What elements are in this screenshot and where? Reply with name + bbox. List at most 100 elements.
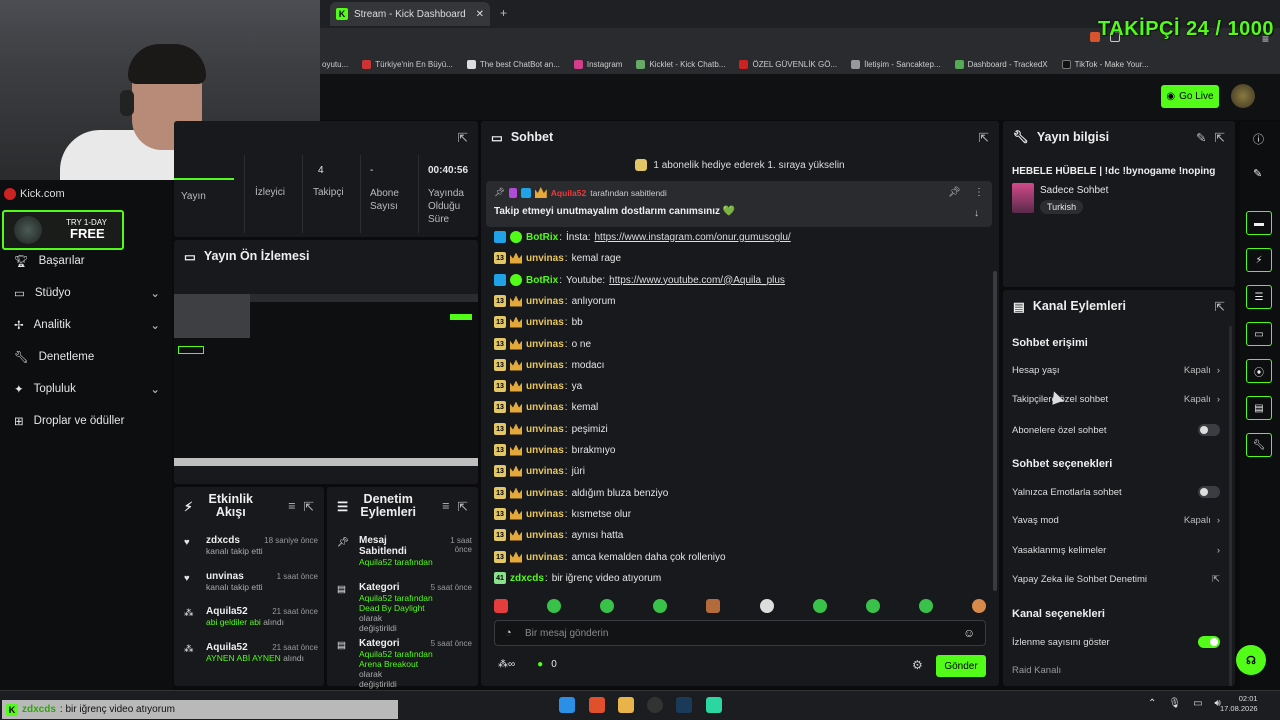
chat-username[interactable]: BotRix [526, 275, 558, 286]
chat-input[interactable]: ◔ Bir mesaj gönderin ☺ [494, 620, 986, 646]
help-support-icon[interactable]: ☊ [1236, 645, 1266, 675]
emote-icon[interactable] [865, 599, 880, 613]
popout-icon[interactable]: ⇱ [458, 499, 468, 514]
network-icon[interactable]: ▭ [1193, 698, 1202, 709]
chat-username[interactable]: unvinas [526, 381, 564, 392]
send-button[interactable]: Gönder [936, 655, 986, 677]
points-icon[interactable]: ⁂∞ [498, 659, 515, 670]
steam-icon[interactable] [676, 697, 692, 713]
go-live-button[interactable]: ◉ Go Live [1161, 85, 1219, 108]
bookmark-item[interactable]: ÖZEL GÜVENLİK GÖ... [739, 59, 837, 69]
raid-channel-setting[interactable]: Raid Kanalı [1012, 665, 1220, 676]
chat-username[interactable]: BotRix [526, 232, 558, 243]
chevron-up-icon[interactable]: ⌃ [1148, 698, 1156, 709]
broadcast-rail-icon[interactable]: ⦿ [1246, 359, 1272, 383]
chat-username[interactable]: unvinas [526, 445, 564, 456]
user-avatar[interactable] [1231, 84, 1255, 108]
chat-link[interactable]: https://www.instagram.com/onur.gumusoglu… [594, 232, 790, 243]
bookmark-item[interactable]: TikTok - Make Your... [1061, 59, 1149, 69]
chat-username[interactable]: unvinas [526, 296, 564, 307]
emote-icon[interactable] [494, 599, 508, 613]
brave-browser-icon[interactable] [589, 697, 605, 713]
slow-mode-setting[interactable]: Yavaş mod Kapalı › [1012, 515, 1220, 526]
app-icon[interactable] [706, 697, 722, 713]
account-age-setting[interactable]: Hesap yaşı Kapalı › [1012, 365, 1220, 376]
obs-icon[interactable] [647, 697, 663, 713]
popout-icon[interactable]: ⇱ [304, 499, 314, 514]
chat-username[interactable]: unvinas [526, 509, 564, 520]
followers-only-setting[interactable]: Takipçilere özel sohbet Kapalı › [1012, 394, 1220, 405]
free-trial-ad[interactable]: TRY 1-DAY FREE [2, 210, 124, 250]
chat-username[interactable]: unvinas [526, 466, 564, 477]
emote-icon[interactable] [812, 599, 827, 613]
microphone-icon[interactable]: 🎙︎ [1168, 698, 1181, 709]
bookmark-item[interactable]: Instagram [573, 59, 622, 69]
nav-item-achievements[interactable]: 🏆︎ Başarılar [14, 254, 160, 268]
lightning-rail-icon[interactable]: ⚡︎ [1246, 248, 1272, 272]
bookmark-item[interactable]: Dashboard - TrackedX [954, 59, 1048, 69]
chat-username[interactable]: unvinas [526, 339, 564, 350]
more-options-icon[interactable]: ⋮ [974, 187, 984, 198]
emote-icon[interactable] [706, 599, 721, 613]
bookmark-item[interactable]: Kicklet - Kick Chatb... [636, 59, 725, 69]
gift-sub-banner[interactable]: 1 abonelik hediye ederek 1. sıraya yükse… [481, 154, 999, 176]
chat-username[interactable]: unvinas [526, 253, 564, 264]
windows-start-icon[interactable] [559, 697, 575, 713]
emote-icon[interactable] [918, 599, 933, 613]
collapse-arrow-icon[interactable]: ↓ [974, 208, 979, 219]
system-clock[interactable]: 02:01 17.08.2026 [1220, 694, 1258, 714]
nav-item-moderation[interactable]: 🔧︎ Denetleme [14, 350, 160, 364]
actions-rail-icon[interactable]: ▤ [1246, 396, 1272, 420]
filter-icon[interactable]: ≡ [288, 499, 295, 513]
emote-icon[interactable] [759, 599, 774, 613]
browser-tab[interactable]: K Stream - Kick Dashboard ✕ [330, 2, 490, 26]
emote-icon[interactable] [971, 599, 986, 613]
list-rail-icon[interactable]: ☰ [1246, 285, 1272, 309]
nav-item-analytics[interactable]: ✢ Analitik ⌄ [14, 318, 160, 332]
wrench-rail-icon[interactable]: 🔧︎ [1246, 433, 1272, 457]
banned-words-setting[interactable]: Yasaklanmış kelimeler › [1012, 545, 1220, 556]
popout-icon[interactable]: ⇱ [1215, 130, 1225, 145]
chat-username[interactable]: unvinas [526, 317, 564, 328]
unpin-icon[interactable]: 📌︎ [948, 187, 961, 198]
emote-icon[interactable] [600, 599, 615, 613]
chat-scrollbar[interactable] [993, 271, 997, 591]
nav-item-studio[interactable]: ▭ Stüdyo ⌄ [14, 286, 160, 300]
chat-username[interactable]: unvinas [526, 552, 564, 563]
popout-icon[interactable]: ⇱ [1215, 299, 1225, 314]
bookmark-item[interactable]: Türkiye'nin En Büyü... [362, 59, 453, 69]
chat-rail-icon[interactable]: ▭ [1246, 322, 1272, 346]
emote-icon[interactable] [547, 599, 562, 613]
filter-icon[interactable]: ≡ [442, 499, 449, 513]
ai-moderation-setting[interactable]: Yapay Zeka ile Sohbet Denetimi ⇱ [1012, 574, 1220, 585]
chat-username[interactable]: zdxcds [510, 573, 544, 584]
stats-rail-icon[interactable]: ▬ [1246, 211, 1272, 235]
emoji-icon[interactable]: ☺ [963, 626, 975, 640]
chat-username[interactable]: unvinas [526, 530, 564, 541]
bookmark-item[interactable]: The best ChatBot an... [466, 59, 560, 69]
chat-username[interactable]: unvinas [526, 424, 564, 435]
edit-icon[interactable]: ✎ [1253, 167, 1262, 180]
popout-icon[interactable]: ⇱ [979, 130, 989, 145]
show-viewcount-toggle[interactable] [1198, 636, 1220, 648]
chat-username[interactable]: unvinas [526, 402, 564, 413]
chat-link[interactable]: https://www.youtube.com/@Aquila_plus [609, 275, 785, 286]
emote-icon[interactable] [653, 599, 668, 613]
file-explorer-icon[interactable] [618, 697, 634, 713]
info-icon[interactable]: ⓘ [1253, 131, 1264, 147]
bookmark-item[interactable]: İletişim - Sancaktep... [851, 59, 941, 69]
tab-close-icon[interactable]: ✕ [476, 9, 484, 20]
new-tab-button[interactable]: + [500, 6, 507, 20]
popout-icon[interactable]: ⇱ [458, 130, 468, 145]
emote-only-toggle[interactable] [1198, 486, 1220, 498]
chat-username[interactable]: unvinas [526, 360, 564, 371]
nav-item-drops[interactable]: ⊞ Droplar ve ödüller [14, 414, 160, 428]
actions-scrollbar[interactable] [1229, 326, 1232, 686]
subscribers-only-toggle[interactable] [1198, 424, 1220, 436]
stream-preview-video[interactable] [174, 294, 478, 466]
chat-settings-gear-icon[interactable]: ⚙︎ [912, 658, 923, 672]
edit-pencil-icon[interactable]: ✎ [1196, 130, 1206, 145]
chat-username[interactable]: unvinas [526, 488, 564, 499]
bookmark-item[interactable]: oyutu... [322, 60, 348, 69]
nav-item-community[interactable]: ✦ Topluluk ⌄ [14, 382, 160, 396]
